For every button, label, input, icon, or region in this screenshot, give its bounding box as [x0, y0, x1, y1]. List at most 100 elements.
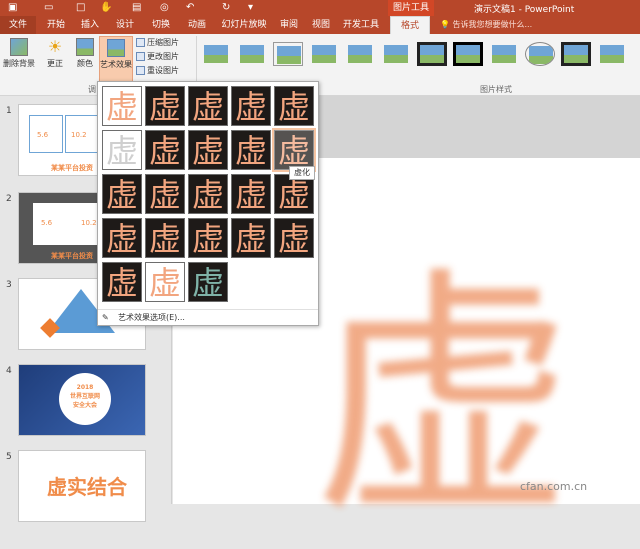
artistic-effect-option[interactable]: 虚	[272, 128, 316, 172]
tab-review[interactable]: 审阅	[274, 16, 304, 34]
artistic-effect-option[interactable]: 虚	[102, 130, 142, 170]
corrections-label: 更正	[47, 59, 63, 68]
slide-thumbnail-5[interactable]: 虚实结合	[18, 450, 146, 522]
slide-thumbnail-4[interactable]: 2018 世界互联网 安全大会	[18, 364, 146, 436]
change-picture-icon	[136, 52, 145, 61]
artistic-effect-option[interactable]: 虚	[231, 130, 271, 170]
new-icon[interactable]: □	[76, 2, 85, 13]
color-button[interactable]: 颜色	[72, 38, 98, 69]
artistic-effect-option[interactable]: 虚	[231, 86, 271, 126]
slide-text: 虚实结合	[47, 475, 127, 499]
remove-background-button[interactable]: 删除背景	[2, 38, 36, 69]
picture-style-thumb[interactable]	[345, 42, 375, 66]
reset-picture-label: 重设图片	[147, 66, 179, 75]
picture-style-thumb[interactable]	[489, 42, 519, 66]
picture-style-thumb[interactable]	[597, 42, 627, 66]
artistic-effect-option[interactable]: 虚	[145, 130, 185, 170]
tell-me-placeholder: 告诉我您想要做什么...	[452, 20, 533, 29]
artistic-effect-option[interactable]: 虚	[188, 218, 228, 258]
artistic-effect-option[interactable]: 虚	[188, 262, 228, 302]
artistic-effect-option[interactable]: 虚	[102, 86, 142, 126]
slide-number: 1	[6, 106, 12, 116]
picture-style-thumb[interactable]	[561, 42, 591, 66]
slide-title: 某某平台投资	[51, 252, 93, 260]
tab-home[interactable]: 开始	[40, 16, 72, 34]
customize-qat-icon[interactable]: ▾	[248, 2, 253, 13]
touch-mode-icon[interactable]: ✋	[100, 2, 112, 13]
artistic-effect-option[interactable]: 虚	[145, 218, 185, 258]
open-icon[interactable]: ▭	[44, 2, 53, 13]
artistic-effects-label: 艺术效果	[100, 60, 132, 69]
artistic-effects-icon	[107, 39, 125, 57]
change-picture-label: 更改图片	[147, 52, 179, 61]
tab-file[interactable]: 文件	[0, 16, 36, 34]
corrections-button[interactable]: ☀ 更正	[40, 38, 70, 69]
spell-check-icon[interactable]: ◎	[160, 2, 169, 13]
reset-picture-button[interactable]: 重设图片	[136, 65, 179, 77]
picture-styles-group-label: 图片样式	[480, 85, 512, 94]
picture-style-thumb[interactable]	[417, 42, 447, 66]
picture-style-thumb[interactable]	[273, 42, 303, 66]
slide-text: 世界互联网	[69, 393, 100, 400]
sun-icon: ☀	[47, 37, 63, 56]
paint-icon: ✎	[102, 313, 109, 322]
picture-style-thumb[interactable]	[201, 42, 231, 66]
artistic-effect-option[interactable]: 虚	[102, 218, 142, 258]
change-picture-button[interactable]: 更改图片	[136, 51, 179, 63]
tab-view[interactable]: 视图	[306, 16, 336, 34]
stat-value: 10.2	[71, 131, 87, 139]
picture-style-thumb[interactable]	[525, 42, 555, 66]
redo-icon[interactable]: ↻	[222, 2, 230, 13]
tab-animations[interactable]: 动画	[180, 16, 214, 34]
compress-label: 压缩图片	[147, 38, 179, 47]
reset-picture-icon	[136, 66, 145, 75]
print-preview-icon[interactable]: ▤	[132, 2, 141, 13]
picture-style-thumb[interactable]	[381, 42, 411, 66]
picture-tools-context-label: 图片工具	[388, 0, 434, 16]
slide-number: 4	[6, 366, 12, 376]
artistic-effect-option[interactable]: 虚	[102, 174, 142, 214]
artistic-effect-option[interactable]: 虚	[102, 262, 142, 302]
title-bar: ▣ ▭ □ ✋ ▤ ◎ ↶ ↻ ▾ 图片工具 演示文稿1 - PowerPoin…	[0, 0, 640, 16]
artistic-effect-option[interactable]: 虚	[274, 86, 314, 126]
artistic-effect-option[interactable]: 虚	[274, 218, 314, 258]
save-icon[interactable]: ▣	[8, 2, 17, 13]
compress-icon	[136, 38, 145, 47]
adjust-group-label: 调	[88, 85, 96, 94]
tab-slideshow[interactable]: 幻灯片放映	[216, 16, 272, 34]
compress-pictures-button[interactable]: 压缩图片	[136, 37, 179, 49]
lightbulb-icon: 💡	[440, 20, 450, 29]
tab-insert[interactable]: 插入	[74, 16, 106, 34]
slide-number: 3	[6, 280, 12, 290]
artistic-effects-options-item[interactable]: ✎ 艺术效果选项(E)...	[98, 309, 318, 325]
picture-style-thumb[interactable]	[453, 42, 483, 66]
artistic-effect-option[interactable]: 虚	[145, 262, 185, 302]
artistic-effect-option[interactable]: 虚	[145, 86, 185, 126]
ribbon-tab-bar: 文件 开始 插入 设计 切换 动画 幻灯片放映 审阅 视图 开发工具 格式 💡 …	[0, 16, 640, 34]
picture-style-thumb[interactable]	[309, 42, 339, 66]
artistic-effect-option[interactable]: 虚	[145, 174, 185, 214]
undo-icon[interactable]: ↶	[186, 2, 194, 13]
artistic-effect-option[interactable]: 虚	[231, 174, 271, 214]
slide-number: 2	[6, 194, 12, 204]
slide-number: 5	[6, 452, 12, 462]
slide-text: 安全大会	[72, 402, 97, 409]
color-icon	[76, 38, 94, 56]
artistic-effect-option[interactable]: 虚	[188, 174, 228, 214]
tab-transitions[interactable]: 切换	[144, 16, 178, 34]
tab-format[interactable]: 格式	[390, 16, 430, 34]
artistic-effect-option[interactable]: 虚	[188, 130, 228, 170]
artistic-effect-option[interactable]: 虚	[274, 174, 314, 214]
artistic-effect-option[interactable]: 虚	[231, 218, 271, 258]
artistic-effect-option[interactable]: 虚	[188, 86, 228, 126]
picture-style-thumb[interactable]	[237, 42, 267, 66]
effect-tooltip: 虚化	[289, 166, 315, 180]
remove-background-label: 删除背景	[3, 59, 35, 68]
color-label: 颜色	[77, 59, 93, 68]
artistic-effects-button[interactable]: 艺术效果	[99, 36, 133, 82]
tab-design[interactable]: 设计	[108, 16, 142, 34]
tab-developer[interactable]: 开发工具	[338, 16, 384, 34]
artistic-effects-options-label: 艺术效果选项(E)...	[118, 313, 185, 322]
ribbon: 删除背景 ☀ 更正 颜色 艺术效果 压缩图片 更改图片 重设图片 调 图片样式	[0, 34, 640, 96]
tell-me-box[interactable]: 💡 告诉我您想要做什么...	[440, 19, 532, 30]
